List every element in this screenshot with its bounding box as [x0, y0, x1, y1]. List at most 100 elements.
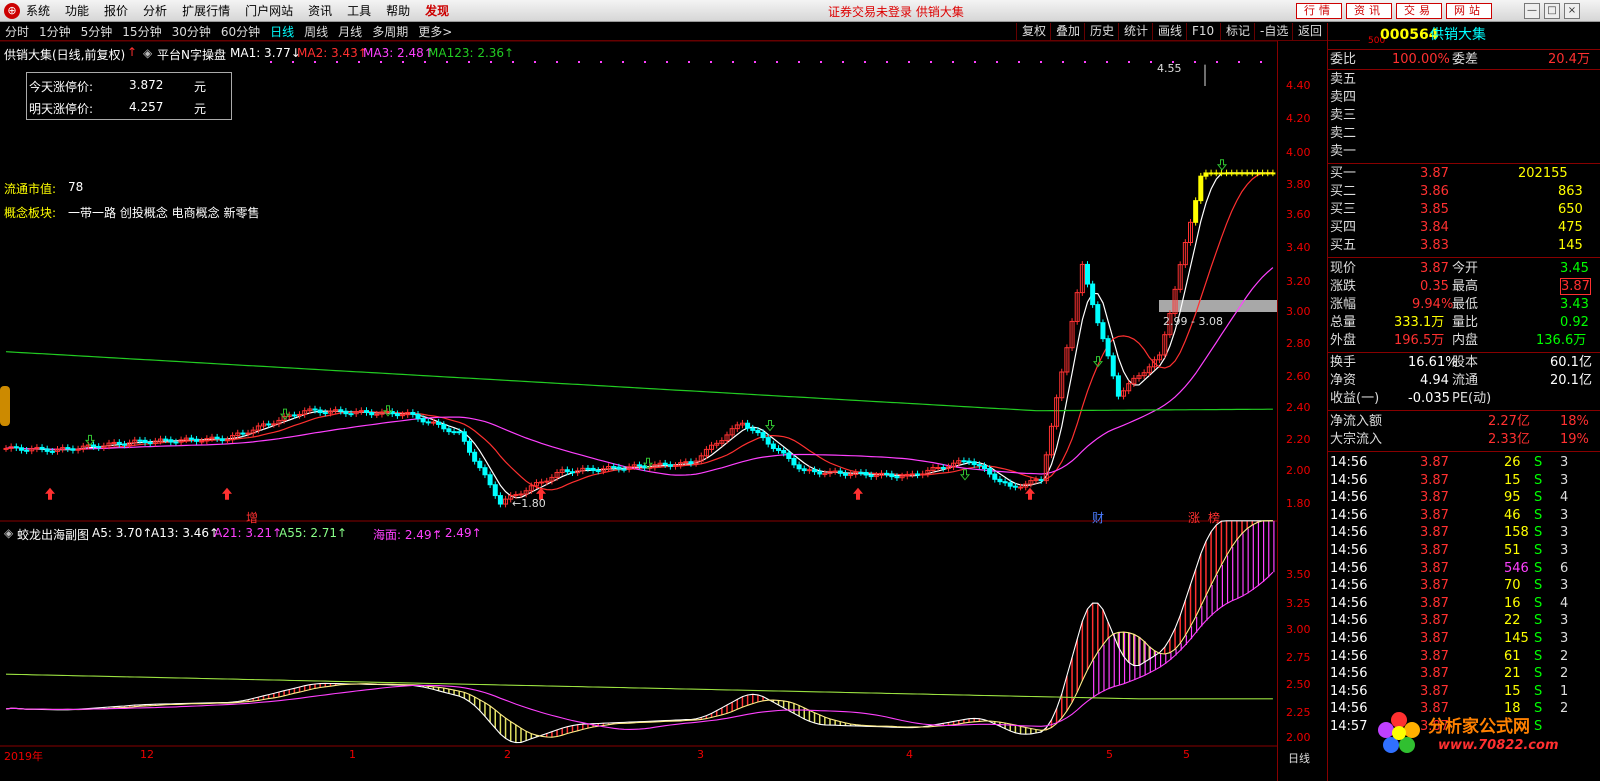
sell-arrow-icon[interactable]: [382, 405, 394, 417]
tick-row[interactable]: 14:56 3.87 546 S 6: [1328, 560, 1600, 578]
tick-row[interactable]: 14:56 3.87 22 S 3: [1328, 612, 1600, 630]
period-5min[interactable]: 5分钟: [81, 23, 113, 40]
period-monthly[interactable]: 月线: [338, 23, 362, 40]
candle-body[interactable]: [966, 460, 972, 463]
fn-f10[interactable]: F10: [1186, 23, 1219, 40]
candle-body[interactable]: [760, 432, 766, 439]
candle-body[interactable]: [564, 469, 570, 473]
candle-body[interactable]: [1100, 322, 1106, 340]
candle-body[interactable]: [111, 441, 117, 444]
candle-body[interactable]: [425, 421, 431, 424]
candle-body[interactable]: [889, 473, 895, 478]
candle-body[interactable]: [971, 461, 977, 466]
candle-body[interactable]: [446, 428, 452, 433]
candle-body[interactable]: [920, 473, 926, 476]
candle-body[interactable]: [791, 457, 797, 466]
buy-arrow-icon[interactable]: [222, 487, 232, 500]
candle-body[interactable]: [616, 466, 622, 470]
candle-body[interactable]: [1033, 479, 1039, 482]
candle-body[interactable]: [96, 445, 102, 449]
candle-body[interactable]: [812, 469, 818, 473]
candle-body[interactable]: [781, 449, 787, 454]
candle-body[interactable]: [477, 460, 483, 469]
candle-body[interactable]: [199, 440, 205, 443]
tick-row[interactable]: 14:56 3.87 15 S 3: [1328, 472, 1600, 490]
sub-toggle-icon[interactable]: ◈: [4, 526, 13, 540]
candle-body[interactable]: [91, 444, 97, 447]
candle-body[interactable]: [1012, 485, 1018, 488]
candle-body[interactable]: [137, 439, 143, 442]
indicator-toggle-icon[interactable]: ◈: [143, 46, 152, 60]
candle-body[interactable]: [683, 461, 689, 464]
candle-body[interactable]: [343, 410, 349, 415]
candle-body[interactable]: [1198, 175, 1204, 202]
candle-body[interactable]: [369, 411, 375, 416]
candle-body[interactable]: [1229, 172, 1235, 175]
candle-body[interactable]: [266, 423, 272, 426]
buy-row[interactable]: 买四 3.84 475: [1328, 219, 1600, 237]
candle-body[interactable]: [291, 414, 297, 417]
candle-body[interactable]: [441, 423, 447, 430]
menu-news[interactable]: 资讯: [308, 2, 332, 19]
candle-body[interactable]: [65, 447, 71, 450]
buy-row[interactable]: 买五 3.83 145: [1328, 237, 1600, 255]
tick-row[interactable]: 14:56 3.87 46 S 3: [1328, 507, 1600, 525]
zeng-badge[interactable]: 增: [246, 509, 258, 526]
candle-body[interactable]: [786, 452, 792, 459]
candle-body[interactable]: [585, 467, 591, 470]
candle-body[interactable]: [868, 474, 874, 478]
candle-body[interactable]: [400, 414, 406, 417]
side-handle[interactable]: [0, 386, 10, 426]
candle-body[interactable]: [214, 436, 220, 440]
close-icon[interactable]: ×: [1564, 3, 1580, 19]
candle-body[interactable]: [940, 467, 946, 470]
candle-body[interactable]: [750, 427, 756, 431]
candle-body[interactable]: [219, 438, 225, 442]
candle-body[interactable]: [863, 471, 869, 476]
candle-body[interactable]: [358, 410, 364, 413]
minimize-icon[interactable]: —: [1524, 3, 1540, 19]
candle-body[interactable]: [590, 467, 596, 471]
tick-row[interactable]: 14:56 3.87 95 S 4: [1328, 489, 1600, 507]
candle-body[interactable]: [755, 429, 761, 434]
candle-body[interactable]: [776, 448, 781, 451]
candle-body[interactable]: [745, 422, 751, 429]
zhang-badge[interactable]: 涨: [1188, 509, 1200, 526]
candle-body[interactable]: [3, 447, 9, 450]
candle-body[interactable]: [1090, 283, 1096, 306]
period-more[interactable]: 更多>: [418, 23, 452, 40]
candle-body[interactable]: [667, 464, 673, 467]
tick-row[interactable]: 14:56 3.87 158 S 3: [1328, 524, 1600, 542]
candle-body[interactable]: [13, 446, 19, 449]
candle-body[interactable]: [1244, 172, 1250, 175]
candle-body[interactable]: [915, 473, 921, 476]
candle-body[interactable]: [1265, 172, 1271, 175]
candle-body[interactable]: [394, 413, 400, 417]
period-daily[interactable]: 日线: [270, 23, 294, 40]
buy-arrow-icon[interactable]: [853, 487, 863, 500]
candle-body[interactable]: [1249, 172, 1255, 175]
maximize-icon[interactable]: □: [1544, 3, 1560, 19]
sell-arrow-icon[interactable]: [1216, 159, 1228, 171]
tick-row[interactable]: 14:56 3.87 15 S 1: [1328, 683, 1600, 701]
candle-body[interactable]: [884, 472, 890, 475]
candle-body[interactable]: [595, 469, 601, 472]
candle-body[interactable]: [1193, 200, 1199, 223]
candle-body[interactable]: [997, 478, 1003, 483]
candle-body[interactable]: [832, 470, 838, 473]
candle-body[interactable]: [338, 409, 344, 412]
tick-row[interactable]: 14:56 3.87 51 S 3: [1328, 542, 1600, 560]
sell-arrow-icon[interactable]: [84, 434, 96, 447]
candle-body[interactable]: [662, 462, 668, 466]
candle-body[interactable]: [430, 421, 436, 424]
menu-portal[interactable]: 门户网站: [245, 2, 293, 19]
candle-body[interactable]: [451, 431, 457, 434]
candle-body[interactable]: [436, 421, 442, 425]
candle-body[interactable]: [492, 484, 498, 497]
candle-body[interactable]: [348, 413, 354, 416]
candle-body[interactable]: [518, 493, 524, 496]
candle-body[interactable]: [1085, 263, 1090, 285]
candle-body[interactable]: [49, 450, 55, 453]
period-1min[interactable]: 1分钟: [39, 23, 71, 40]
candle-body[interactable]: [688, 461, 694, 464]
